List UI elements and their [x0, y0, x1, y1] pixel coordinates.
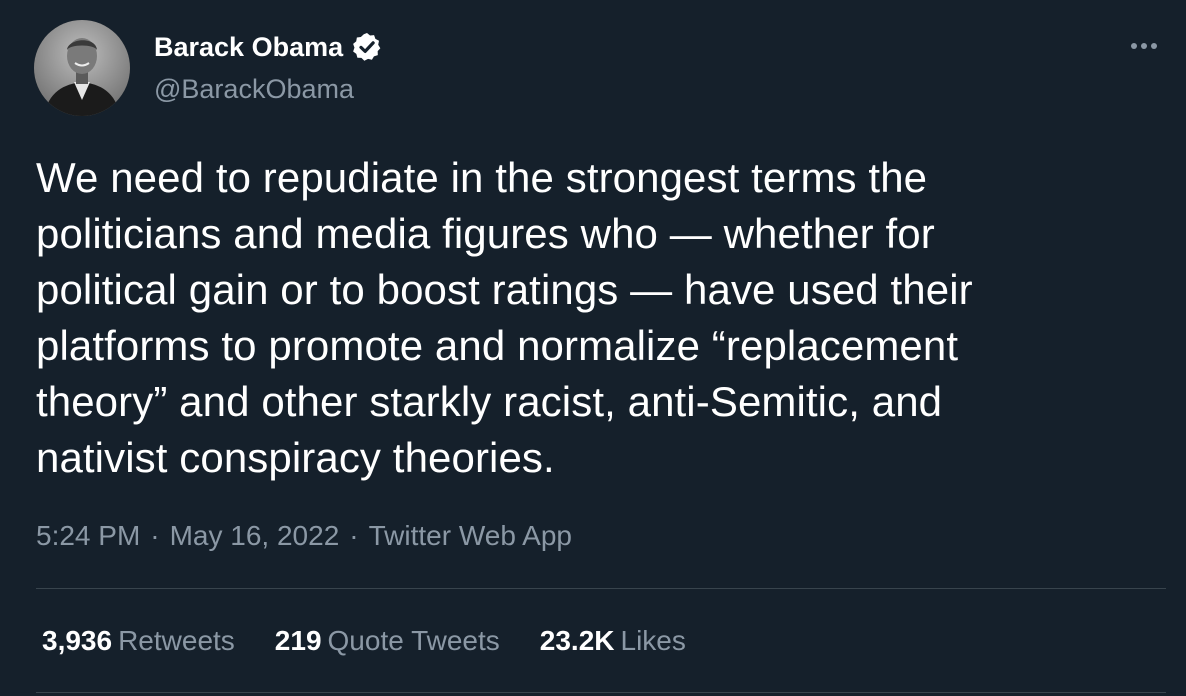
retweets-label: Retweets [118, 625, 235, 656]
more-dot [1151, 43, 1157, 49]
author-name[interactable]: Barack Obama [154, 30, 343, 64]
likes-stat[interactable]: 23.2K Likes [540, 621, 686, 661]
tweet-text: We need to repudiate in the strongest te… [36, 154, 973, 481]
author-handle[interactable]: @BarackObama [154, 72, 383, 106]
tweet-time[interactable]: 5:24 PM [36, 516, 140, 556]
quote-tweets-label: Quote Tweets [327, 625, 500, 656]
meta-separator: · [349, 520, 359, 551]
quote-tweets-stat[interactable]: 219 Quote Tweets [275, 621, 500, 661]
retweets-count: 3,936 [42, 625, 113, 656]
profile-photo-icon [34, 20, 130, 116]
more-dot [1141, 43, 1147, 49]
author-names: Barack Obama @BarackObama [154, 20, 383, 116]
avatar[interactable] [34, 20, 130, 116]
tweet-meta: 5:24 PM · May 16, 2022 · Twitter Web App [36, 516, 572, 556]
quote-tweets-count: 219 [274, 625, 322, 656]
tweet-date[interactable]: May 16, 2022 [170, 516, 340, 556]
divider [36, 692, 1166, 693]
more-options-icon[interactable] [1124, 32, 1164, 60]
tweet-header: Barack Obama @BarackObama [34, 20, 383, 116]
divider [36, 588, 1166, 589]
tweet-card: Barack Obama @BarackObama We need to rep… [0, 0, 1186, 696]
retweets-stat[interactable]: 3,936 Retweets [42, 621, 235, 661]
likes-count: 23.2K [539, 625, 615, 656]
likes-label: Likes [620, 625, 686, 656]
more-dot [1131, 43, 1137, 49]
verified-badge-icon [351, 31, 383, 63]
tweet-source[interactable]: Twitter Web App [369, 516, 572, 556]
tweet-stats: 3,936 Retweets 219 Quote Tweets 23.2K Likes [42, 621, 726, 661]
author-name-row[interactable]: Barack Obama [154, 30, 383, 64]
meta-separator: · [150, 520, 160, 551]
